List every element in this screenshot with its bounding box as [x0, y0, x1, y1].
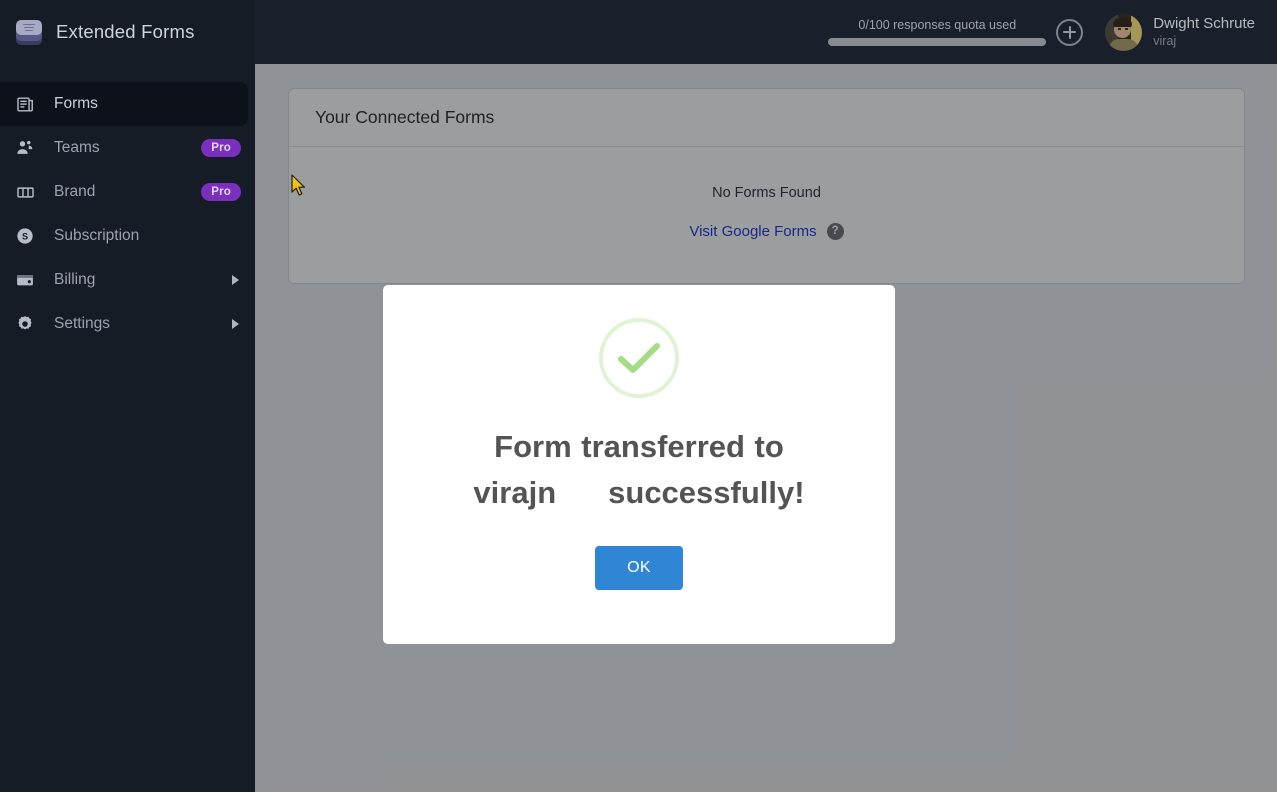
chevron-right-icon: [232, 275, 239, 285]
settings-icon: [14, 313, 36, 335]
modal-actions: OK: [595, 546, 683, 591]
modal-title: Form transferred to virajn successfully!: [424, 424, 854, 515]
svg-text:S: S: [22, 232, 28, 242]
sidebar-item-teams[interactable]: Teams Pro: [0, 126, 255, 170]
sidebar-item-subscription[interactable]: S Subscription: [0, 214, 255, 258]
brand-icon: [14, 181, 36, 203]
sidebar-item-label: Subscription: [54, 227, 140, 244]
subscription-icon: S: [14, 225, 36, 247]
sidebar-item-forms[interactable]: Forms: [0, 82, 248, 126]
modal-title-line1: Form transferred to: [494, 429, 784, 464]
sidebar-item-label: Teams: [54, 139, 100, 156]
pro-badge: Pro: [201, 183, 241, 201]
sidebar-item-brand[interactable]: Brand Pro: [0, 170, 255, 214]
sidebar-item-label: Billing: [54, 271, 96, 288]
ok-button[interactable]: OK: [595, 546, 683, 591]
billing-icon: [14, 269, 36, 291]
success-modal: Form transferred to virajn successfully! …: [383, 285, 895, 644]
app-root: Extended Forms Forms Teams Pro Brand Pro…: [0, 0, 1277, 792]
pro-badge: Pro: [201, 139, 241, 157]
modal-title-tail: successfully!: [608, 474, 805, 510]
sidebar-item-billing[interactable]: Billing: [0, 258, 255, 302]
forms-icon: [14, 93, 36, 115]
sidebar-item-label: Settings: [54, 315, 111, 332]
brand-header[interactable]: Extended Forms: [0, 0, 255, 64]
teams-icon: [14, 137, 36, 159]
modal-backdrop-header[interactable]: [255, 0, 1277, 64]
brand-title: Extended Forms: [56, 21, 195, 42]
sidebar-nav: Forms Teams Pro Brand Pro S Subscription…: [0, 82, 255, 346]
sidebar-item-label: Brand: [54, 183, 96, 200]
sidebar-item-settings[interactable]: Settings: [0, 302, 255, 346]
sidebar-item-label: Forms: [54, 95, 98, 112]
success-check-icon: [599, 318, 679, 398]
modal-title-recipient: virajn: [473, 474, 557, 510]
sidebar: Extended Forms Forms Teams Pro Brand Pro…: [0, 0, 255, 792]
stacked-layers-icon: [14, 17, 44, 47]
chevron-right-icon: [232, 319, 239, 329]
